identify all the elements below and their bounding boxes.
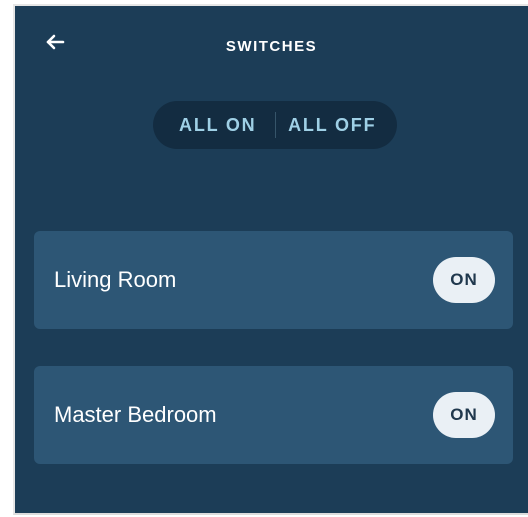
switch-card-master-bedroom[interactable]: Master Bedroom ON	[34, 366, 513, 464]
switch-toggle[interactable]: ON	[433, 392, 495, 438]
all-switch-controls: ALL ON ALL OFF	[153, 101, 397, 149]
switch-toggle[interactable]: ON	[433, 257, 495, 303]
all-on-button[interactable]: ALL ON	[161, 115, 275, 136]
page-title: SWITCHES	[225, 38, 318, 55]
all-off-button[interactable]: ALL OFF	[276, 115, 390, 136]
switch-name: Master Bedroom	[54, 402, 217, 427]
switch-card-living-room[interactable]: Living Room ON	[34, 231, 513, 329]
top-bar: SWITCHES	[15, 6, 528, 84]
app-frame: SWITCHES ALL ON ALL OFF Living Room ON M…	[0, 0, 528, 517]
switches-screen: SWITCHES ALL ON ALL OFF Living Room ON M…	[13, 4, 528, 515]
switch-name: Living Room	[54, 267, 177, 292]
